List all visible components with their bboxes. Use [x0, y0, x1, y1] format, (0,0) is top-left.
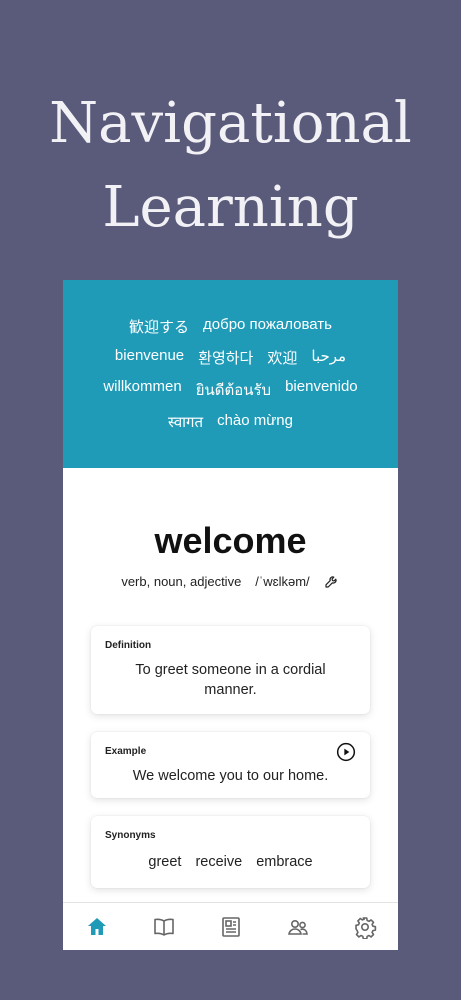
home-icon — [87, 918, 106, 935]
synonym-item[interactable]: greet — [148, 854, 181, 870]
example-text: We welcome you to our home. — [132, 768, 329, 784]
synonyms-card: Synonyms greet receive embrace — [91, 816, 370, 888]
pronunciation: /ˈwɛlkəm/ — [255, 573, 310, 589]
synonym-item[interactable]: embrace — [256, 854, 312, 870]
tab-bar — [63, 902, 398, 950]
greetings-row-1: 歓迎する добро пожаловать — [129, 316, 332, 337]
tab-dictionary[interactable] — [151, 914, 177, 940]
part-of-speech: verb, noun, adjective — [121, 573, 242, 589]
greeting-chinese: 欢迎 — [267, 350, 298, 367]
headline-line-1: Navigational — [49, 91, 412, 156]
gear-icon — [354, 917, 376, 939]
greetings-row-3: willkommen ยินดีต้อนรับ bienvenido — [103, 378, 357, 402]
greeting-spanish: bienvenido — [285, 378, 358, 395]
play-circle-icon[interactable] — [336, 742, 356, 762]
greeting-french: bienvenue — [114, 347, 185, 364]
example-card: Example We welcome you to our home. — [91, 732, 370, 798]
definition-card: Definition To greet someone in a cordial… — [91, 626, 370, 714]
greeting-arabic: مرحبا — [311, 348, 347, 365]
greeting-japanese: 歓迎する — [129, 319, 190, 336]
greeting-thai: ยินดีต้อนรับ — [195, 382, 272, 399]
newspaper-icon — [221, 917, 240, 937]
greeting-hindi: स्वागत — [168, 414, 204, 431]
definition-label: Definition — [105, 640, 152, 651]
tab-home[interactable] — [84, 914, 110, 940]
greeting-vietnamese: chào mừng — [217, 412, 293, 429]
people-icon — [287, 920, 308, 935]
example-label: Example — [105, 746, 147, 757]
headline: Navigational Learning — [0, 82, 461, 250]
synonyms-label: Synonyms — [105, 830, 156, 841]
wrench-icon[interactable] — [324, 573, 340, 589]
greeting-russian: добро пожаловать — [203, 316, 332, 333]
definition-text: To greet someone in a cordial manner. — [135, 662, 326, 698]
tab-settings[interactable] — [352, 914, 378, 940]
greetings-banner: 歓迎する добро пожаловать bienvenue 환영하다 欢迎 … — [63, 280, 398, 468]
greeting-german: willkommen — [103, 378, 182, 395]
synonyms-list: greet receive embrace — [91, 854, 370, 870]
greeting-korean: 환영하다 — [198, 350, 254, 367]
entry-meta: verb, noun, adjective /ˈwɛlkəm/ — [63, 573, 398, 589]
phone-screen: 歓迎する добро пожаловать bienvenue 환영하다 欢迎 … — [63, 280, 398, 950]
entry-word: welcome — [154, 520, 307, 561]
tab-news[interactable] — [218, 914, 244, 940]
tab-community[interactable] — [285, 914, 311, 940]
book-icon — [153, 918, 174, 936]
greetings-row-4: स्वागत chào mừng — [168, 412, 293, 432]
headline-line-2: Learning — [102, 175, 359, 240]
synonym-item[interactable]: receive — [195, 854, 242, 870]
greetings-row-2: bienvenue 환영하다 欢迎 مرحبا — [115, 347, 346, 368]
